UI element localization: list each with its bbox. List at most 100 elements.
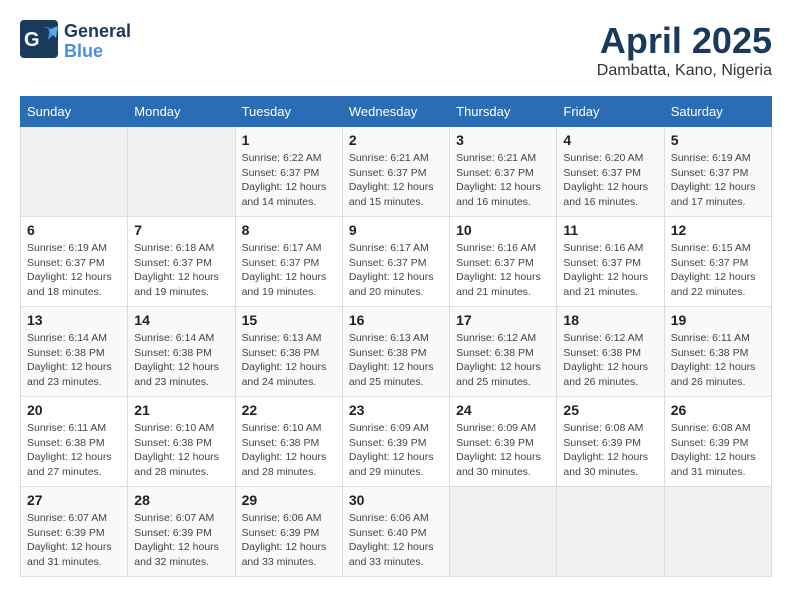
logo: G General Blue [20, 20, 131, 63]
month-year-title: April 2025 [597, 20, 772, 62]
day-number: 11 [563, 222, 657, 238]
day-number: 12 [671, 222, 765, 238]
day-info: Sunrise: 6:19 AMSunset: 6:37 PMDaylight:… [671, 151, 765, 210]
day-number: 19 [671, 312, 765, 328]
weekday-header-monday: Monday [128, 97, 235, 127]
day-number: 29 [242, 492, 336, 508]
calendar-cell [664, 487, 771, 577]
calendar-week-row: 20 Sunrise: 6:11 AMSunset: 6:38 PMDayligh… [21, 397, 772, 487]
day-number: 27 [27, 492, 121, 508]
calendar-cell: 14 Sunrise: 6:14 AMSunset: 6:38 PMDayligh… [128, 307, 235, 397]
calendar-cell: 15Sunrise: 6:13 AMSunset: 6:38 PMDayligh… [235, 307, 342, 397]
calendar-cell [557, 487, 664, 577]
calendar-cell: 25Sunrise: 6:08 AMSunset: 6:39 PMDayligh… [557, 397, 664, 487]
day-number: 17 [456, 312, 550, 328]
logo-line1: General [64, 22, 131, 42]
day-number: 16 [349, 312, 443, 328]
calendar-cell: 5 Sunrise: 6:19 AMSunset: 6:37 PMDaylight… [664, 127, 771, 217]
calendar-cell: 4 Sunrise: 6:20 AMSunset: 6:37 PMDaylight… [557, 127, 664, 217]
calendar-cell: 17 Sunrise: 6:12 AMSunset: 6:38 PMDayligh… [450, 307, 557, 397]
day-number: 10 [456, 222, 550, 238]
calendar-cell: 10 Sunrise: 6:16 AMSunset: 6:37 PMDayligh… [450, 217, 557, 307]
day-info: Sunrise: 6:07 AMSunset: 6:39 PMDaylight:… [27, 511, 121, 570]
weekday-header-sunday: Sunday [21, 97, 128, 127]
day-number: 28 [134, 492, 228, 508]
calendar-cell: 28 Sunrise: 6:07 AMSunset: 6:39 PMDayligh… [128, 487, 235, 577]
day-info: Sunrise: 6:13 AMSunset: 6:38 PMDaylight:… [242, 331, 336, 390]
day-number: 3 [456, 132, 550, 148]
day-info: Sunrise: 6:18 AMSunset: 6:37 PMDaylight:… [134, 241, 228, 300]
calendar-cell: 30 Sunrise: 6:06 AMSunset: 6:40 PMDayligh… [342, 487, 449, 577]
day-number: 7 [134, 222, 228, 238]
weekday-header-saturday: Saturday [664, 97, 771, 127]
page-header: G General Blue April 2025 Dambatta, Kano… [20, 20, 772, 80]
calendar-week-row: 27 Sunrise: 6:07 AMSunset: 6:39 PMDayligh… [21, 487, 772, 577]
logo-icon: G [20, 20, 58, 58]
day-number: 22 [242, 402, 336, 418]
day-number: 5 [671, 132, 765, 148]
day-number: 2 [349, 132, 443, 148]
weekday-header-friday: Friday [557, 97, 664, 127]
calendar-cell: 21 Sunrise: 6:10 AMSunset: 6:38 PMDayligh… [128, 397, 235, 487]
day-info: Sunrise: 6:10 AMSunset: 6:38 PMDaylight:… [242, 421, 336, 480]
calendar-cell [450, 487, 557, 577]
calendar-cell [21, 127, 128, 217]
day-info: Sunrise: 6:13 AMSunset: 6:38 PMDaylight:… [349, 331, 443, 390]
day-info: Sunrise: 6:12 AMSunset: 6:38 PMDaylight:… [456, 331, 550, 390]
weekday-header-row: SundayMondayTuesdayWednesdayThursdayFrid… [21, 97, 772, 127]
weekday-header-tuesday: Tuesday [235, 97, 342, 127]
day-info: Sunrise: 6:10 AMSunset: 6:38 PMDaylight:… [134, 421, 228, 480]
calendar-cell: 9Sunrise: 6:17 AMSunset: 6:37 PMDaylight… [342, 217, 449, 307]
calendar-cell: 13Sunrise: 6:14 AMSunset: 6:38 PMDayligh… [21, 307, 128, 397]
calendar-cell: 1Sunrise: 6:22 AMSunset: 6:37 PMDaylight… [235, 127, 342, 217]
calendar-cell [128, 127, 235, 217]
day-info: Sunrise: 6:06 AMSunset: 6:40 PMDaylight:… [349, 511, 443, 570]
day-info: Sunrise: 6:20 AMSunset: 6:37 PMDaylight:… [563, 151, 657, 210]
calendar-week-row: 1Sunrise: 6:22 AMSunset: 6:37 PMDaylight… [21, 127, 772, 217]
calendar-week-row: 6 Sunrise: 6:19 AMSunset: 6:37 PMDaylight… [21, 217, 772, 307]
calendar-cell: 7 Sunrise: 6:18 AMSunset: 6:37 PMDaylight… [128, 217, 235, 307]
day-info: Sunrise: 6:07 AMSunset: 6:39 PMDaylight:… [134, 511, 228, 570]
calendar-cell: 6 Sunrise: 6:19 AMSunset: 6:37 PMDaylight… [21, 217, 128, 307]
day-info: Sunrise: 6:08 AMSunset: 6:39 PMDaylight:… [671, 421, 765, 480]
calendar-cell: 11Sunrise: 6:16 AMSunset: 6:37 PMDayligh… [557, 217, 664, 307]
day-number: 4 [563, 132, 657, 148]
day-number: 21 [134, 402, 228, 418]
day-info: Sunrise: 6:15 AMSunset: 6:37 PMDaylight:… [671, 241, 765, 300]
calendar-cell: 29 Sunrise: 6:06 AMSunset: 6:39 PMDayligh… [235, 487, 342, 577]
day-number: 18 [563, 312, 657, 328]
day-info: Sunrise: 6:06 AMSunset: 6:39 PMDaylight:… [242, 511, 336, 570]
day-number: 24 [456, 402, 550, 418]
day-info: Sunrise: 6:14 AMSunset: 6:38 PMDaylight:… [134, 331, 228, 390]
day-info: Sunrise: 6:22 AMSunset: 6:37 PMDaylight:… [242, 151, 336, 210]
day-info: Sunrise: 6:19 AMSunset: 6:37 PMDaylight:… [27, 241, 121, 300]
calendar-cell: 12 Sunrise: 6:15 AMSunset: 6:37 PMDayligh… [664, 217, 771, 307]
logo-line2: Blue [64, 42, 131, 62]
day-number: 14 [134, 312, 228, 328]
calendar-cell: 16 Sunrise: 6:13 AMSunset: 6:38 PMDayligh… [342, 307, 449, 397]
calendar-cell: 26 Sunrise: 6:08 AMSunset: 6:39 PMDayligh… [664, 397, 771, 487]
location-label: Dambatta, Kano, Nigeria [597, 62, 772, 80]
day-info: Sunrise: 6:21 AMSunset: 6:37 PMDaylight:… [349, 151, 443, 210]
day-number: 13 [27, 312, 121, 328]
day-info: Sunrise: 6:21 AMSunset: 6:37 PMDaylight:… [456, 151, 550, 210]
day-info: Sunrise: 6:17 AMSunset: 6:37 PMDaylight:… [242, 241, 336, 300]
calendar-cell: 8Sunrise: 6:17 AMSunset: 6:37 PMDaylight… [235, 217, 342, 307]
day-number: 26 [671, 402, 765, 418]
day-number: 30 [349, 492, 443, 508]
day-info: Sunrise: 6:11 AMSunset: 6:38 PMDaylight:… [671, 331, 765, 390]
calendar-cell: 23Sunrise: 6:09 AMSunset: 6:39 PMDayligh… [342, 397, 449, 487]
day-info: Sunrise: 6:12 AMSunset: 6:38 PMDaylight:… [563, 331, 657, 390]
calendar-week-row: 13 Sunrise: 6:14 AMSunset: 6:38 PMDayligh… [21, 307, 772, 397]
day-info: Sunrise: 6:16 AMSunset: 6:37 PMDaylight:… [456, 241, 550, 300]
svg-text:G: G [24, 29, 40, 51]
day-number: 9 [349, 222, 443, 238]
calendar-cell: 27 Sunrise: 6:07 AMSunset: 6:39 PMDayligh… [21, 487, 128, 577]
day-info: Sunrise: 6:11 AMSunset: 6:38 PMDaylight:… [27, 421, 121, 480]
calendar-cell: 20 Sunrise: 6:11 AMSunset: 6:38 PMDayligh… [21, 397, 128, 487]
day-info: Sunrise: 6:09 AMSunset: 6:39 PMDaylight:… [456, 421, 550, 480]
calendar-table: SundayMondayTuesdayWednesdayThursdayFrid… [20, 96, 772, 577]
day-number: 6 [27, 222, 121, 238]
day-info: Sunrise: 6:09 AMSunset: 6:39 PMDaylight:… [349, 421, 443, 480]
day-number: 20 [27, 402, 121, 418]
